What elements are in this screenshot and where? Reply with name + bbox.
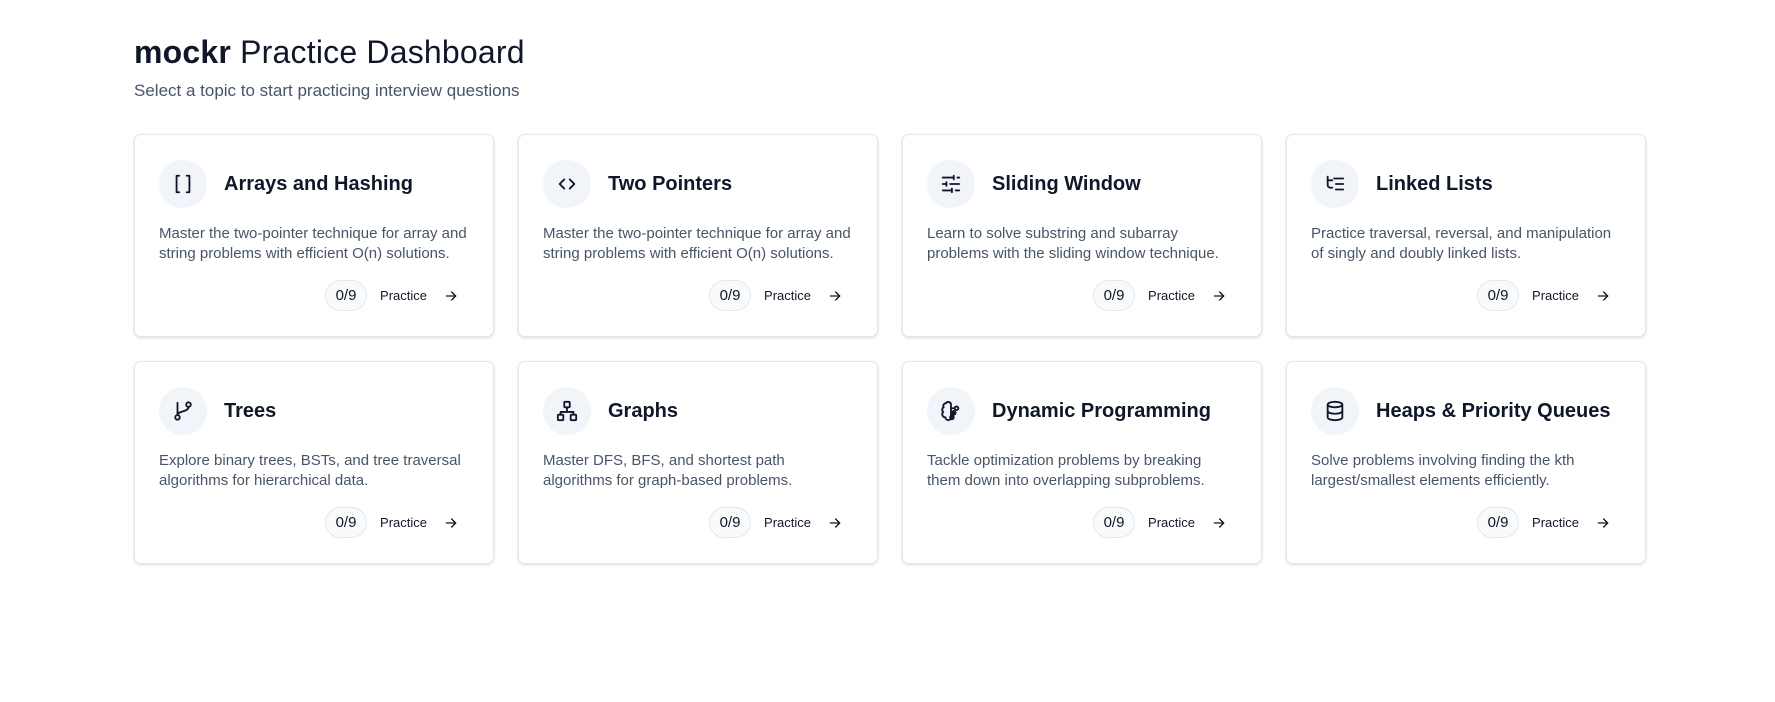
practice-button[interactable]: Practice (764, 288, 843, 304)
card-title: Heaps & Priority Queues (1376, 399, 1611, 422)
card-description: Master the two-pointer technique for arr… (543, 225, 851, 262)
card-footer: 0/9 Practice (709, 507, 843, 538)
practice-label: Practice (380, 515, 427, 530)
arrow-right-icon (1213, 517, 1225, 528)
arrow-right-icon (1597, 290, 1609, 301)
progress-badge: 0/9 (1477, 507, 1520, 538)
topic-card-sliding-window[interactable]: Sliding Window Learn to solve substring … (902, 134, 1262, 337)
brain-icon (927, 387, 975, 435)
card-header: Sliding Window (927, 159, 1237, 209)
git-branch-icon (159, 387, 207, 435)
practice-label: Practice (380, 288, 427, 303)
practice-button[interactable]: Practice (764, 515, 843, 531)
practice-button[interactable]: Practice (1532, 515, 1611, 531)
practice-button[interactable]: Practice (1148, 288, 1227, 304)
card-description: Solve problems involving finding the kth… (1311, 452, 1575, 489)
progress-badge: 0/9 (325, 507, 368, 538)
practice-label: Practice (764, 288, 811, 303)
practice-button[interactable]: Practice (1532, 288, 1611, 304)
code-icon (543, 160, 591, 208)
topic-card-linked-lists[interactable]: Linked Lists Practice traversal, reversa… (1286, 134, 1646, 337)
practice-button[interactable]: Practice (380, 288, 459, 304)
page-subtitle: Select a topic to start practicing inter… (134, 81, 520, 100)
card-description: Master DFS, BFS, and shortest path algor… (543, 452, 793, 489)
page-title: mockr Practice Dashboard (134, 32, 525, 72)
brand-name: mockr (134, 34, 232, 70)
card-footer: 0/9 Practice (1093, 507, 1227, 538)
topic-grid: Arrays and Hashing Master the two-pointe… (134, 134, 1646, 564)
arrow-right-icon (1213, 290, 1225, 301)
topic-card-graphs[interactable]: Graphs Master DFS, BFS, and shortest pat… (518, 361, 878, 564)
page-header: mockr Practice Dashboard Select a topic … (134, 32, 525, 102)
practice-dashboard: mockr Practice Dashboard Select a topic … (0, 0, 1775, 702)
topic-card-heaps-priority-queues[interactable]: Heaps & Priority Queues Solve problems i… (1286, 361, 1646, 564)
card-footer: 0/9 Practice (325, 280, 459, 311)
page-title-text: Practice Dashboard (240, 34, 525, 70)
card-title: Graphs (608, 399, 679, 422)
card-header: Two Pointers (543, 159, 853, 209)
topic-card-trees[interactable]: Trees Explore binary trees, BSTs, and tr… (134, 361, 494, 564)
card-title: Linked Lists (1376, 172, 1493, 195)
card-title: Two Pointers (608, 172, 733, 195)
topic-card-arrays-and-hashing[interactable]: Arrays and Hashing Master the two-pointe… (134, 134, 494, 337)
arrow-right-icon (1597, 517, 1609, 528)
card-description: Explore binary trees, BSTs, and tree tra… (159, 452, 461, 489)
card-header: Linked Lists (1311, 159, 1621, 209)
arrow-right-icon (829, 290, 841, 301)
card-description: Practice traversal, reversal, and manipu… (1311, 225, 1612, 262)
progress-badge: 0/9 (1093, 280, 1136, 311)
practice-label: Practice (1148, 515, 1195, 530)
practice-label: Practice (1532, 515, 1579, 530)
practice-label: Practice (1148, 288, 1195, 303)
card-header: Heaps & Priority Queues (1311, 386, 1621, 436)
list-tree-icon (1311, 160, 1359, 208)
card-title: Arrays and Hashing (224, 172, 413, 195)
progress-badge: 0/9 (709, 280, 752, 311)
card-footer: 0/9 Practice (1477, 507, 1611, 538)
card-header: Arrays and Hashing (159, 159, 469, 209)
practice-label: Practice (764, 515, 811, 530)
progress-badge: 0/9 (325, 280, 368, 311)
arrow-right-icon (445, 517, 457, 528)
network-icon (543, 387, 591, 435)
practice-button[interactable]: Practice (380, 515, 459, 531)
card-description: Learn to solve substring and subarray pr… (927, 225, 1219, 262)
card-header: Dynamic Programming (927, 386, 1237, 436)
progress-badge: 0/9 (1477, 280, 1520, 311)
topic-card-dynamic-programming[interactable]: Dynamic Programming Tackle optimization … (902, 361, 1262, 564)
practice-label: Practice (1532, 288, 1579, 303)
card-footer: 0/9 Practice (325, 507, 459, 538)
card-title: Dynamic Programming (992, 399, 1211, 422)
topic-card-two-pointers[interactable]: Two Pointers Master the two-pointer tech… (518, 134, 878, 337)
progress-badge: 0/9 (709, 507, 752, 538)
progress-badge: 0/9 (1093, 507, 1136, 538)
card-header: Trees (159, 386, 469, 436)
arrow-right-icon (445, 290, 457, 301)
brackets-icon (159, 160, 207, 208)
card-footer: 0/9 Practice (1093, 280, 1227, 311)
card-footer: 0/9 Practice (709, 280, 843, 311)
card-description: Master the two-pointer technique for arr… (159, 225, 467, 262)
card-description: Tackle optimization problems by breaking… (927, 452, 1205, 489)
arrow-right-icon (829, 517, 841, 528)
sliders-icon (927, 160, 975, 208)
card-title: Trees (224, 399, 277, 422)
card-header: Graphs (543, 386, 853, 436)
card-footer: 0/9 Practice (1477, 280, 1611, 311)
database-icon (1311, 387, 1359, 435)
card-title: Sliding Window (992, 172, 1141, 195)
practice-button[interactable]: Practice (1148, 515, 1227, 531)
